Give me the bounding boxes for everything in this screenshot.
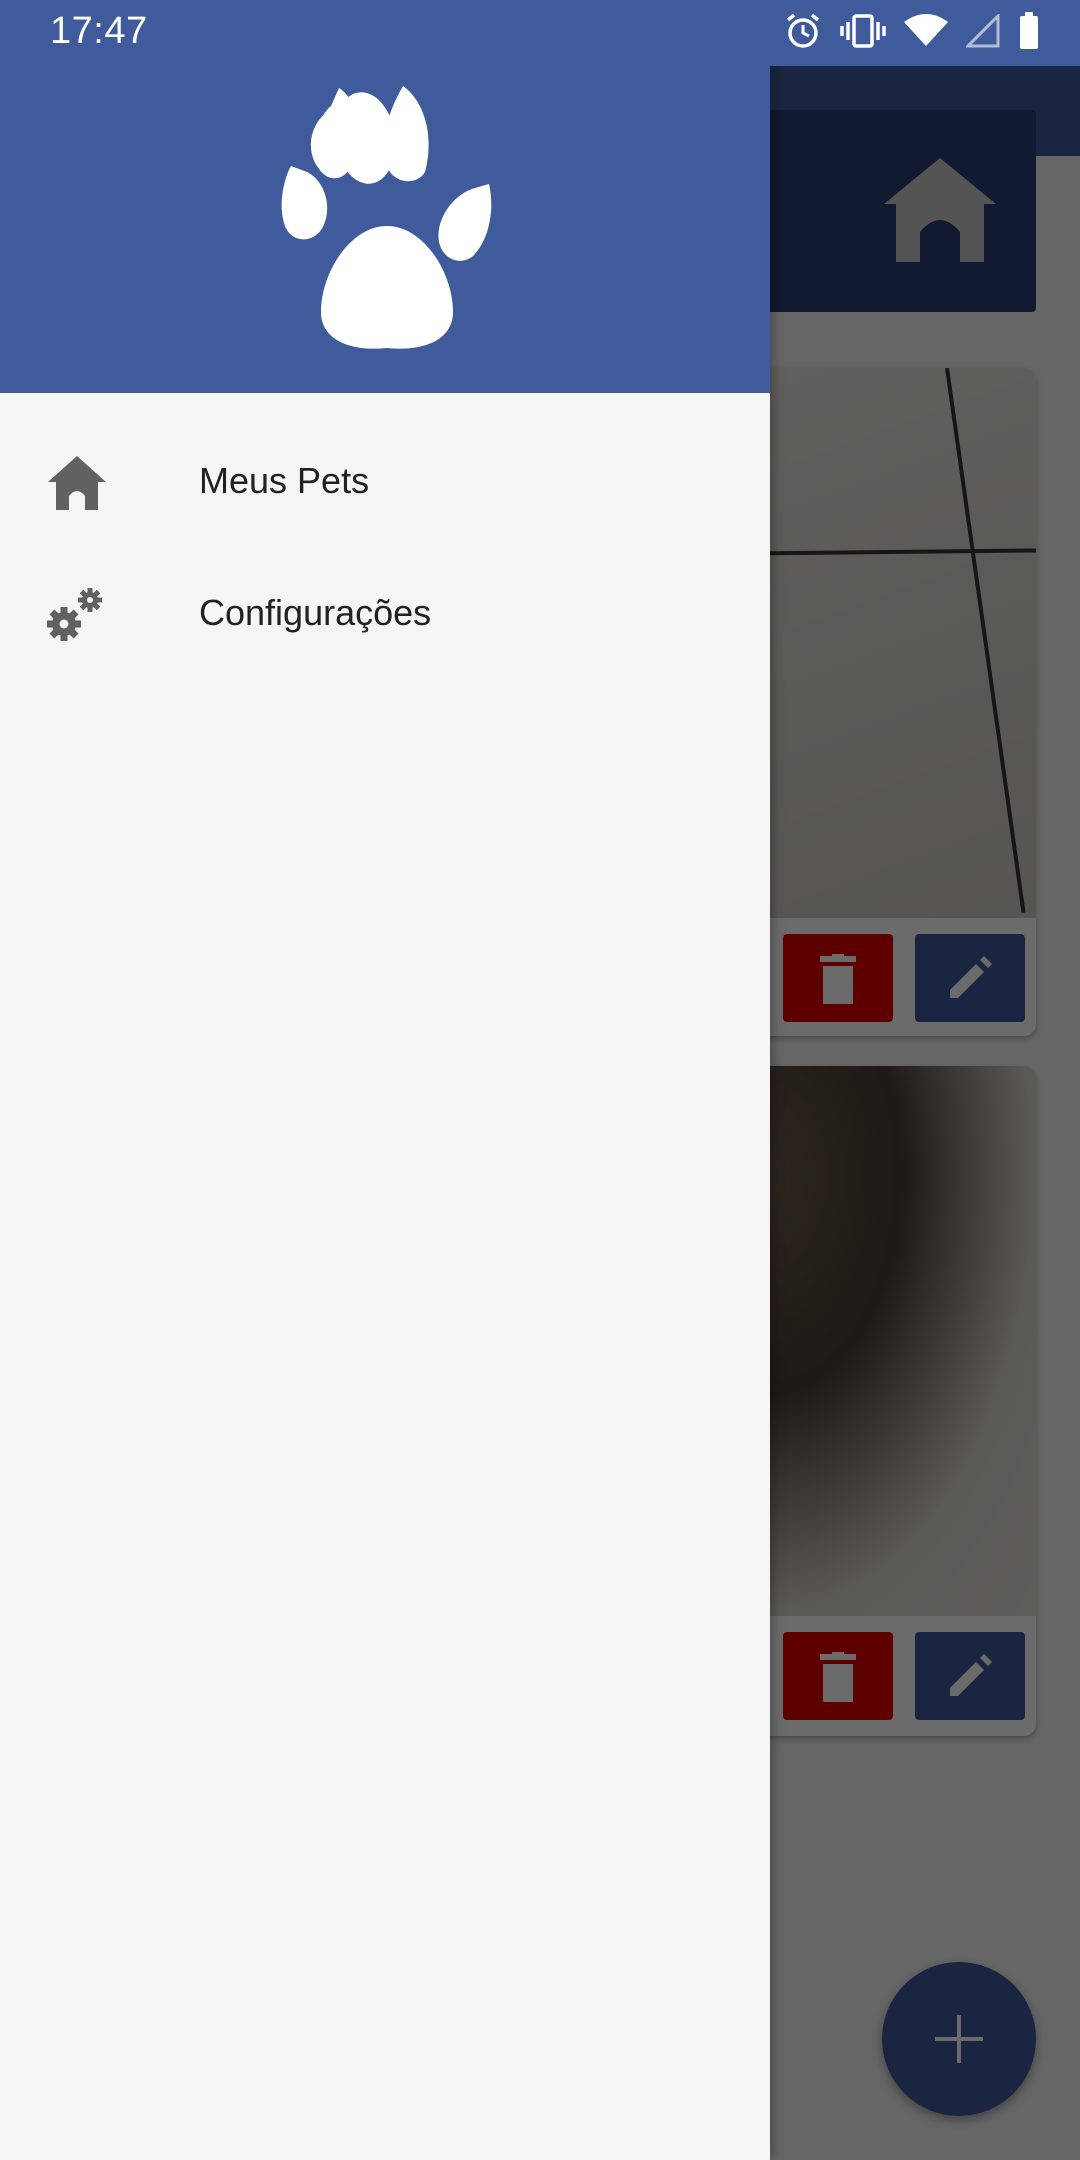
vibrate-icon bbox=[840, 14, 886, 48]
paw-icon bbox=[281, 86, 492, 349]
menu-item-meus-pets[interactable]: Meus Pets bbox=[0, 416, 770, 548]
drawer-menu: Meus Pets Configurações bbox=[0, 416, 770, 680]
status-bar: 17:47 bbox=[0, 0, 1080, 66]
status-icons bbox=[784, 12, 1040, 50]
home-icon bbox=[48, 456, 106, 510]
signal-icon bbox=[966, 14, 1000, 48]
navigation-drawer: Meus Pets Configurações bbox=[0, 0, 770, 2160]
settings-gears-icon bbox=[47, 588, 102, 641]
menu-item-configuracoes[interactable]: Configurações bbox=[0, 548, 770, 680]
menu-item-label: Meus Pets bbox=[199, 460, 370, 501]
alarm-icon bbox=[786, 13, 820, 48]
battery-icon bbox=[1020, 12, 1038, 49]
status-time: 17:47 bbox=[50, 10, 148, 52]
wifi-icon bbox=[904, 14, 948, 46]
menu-item-label: Configurações bbox=[199, 592, 432, 633]
